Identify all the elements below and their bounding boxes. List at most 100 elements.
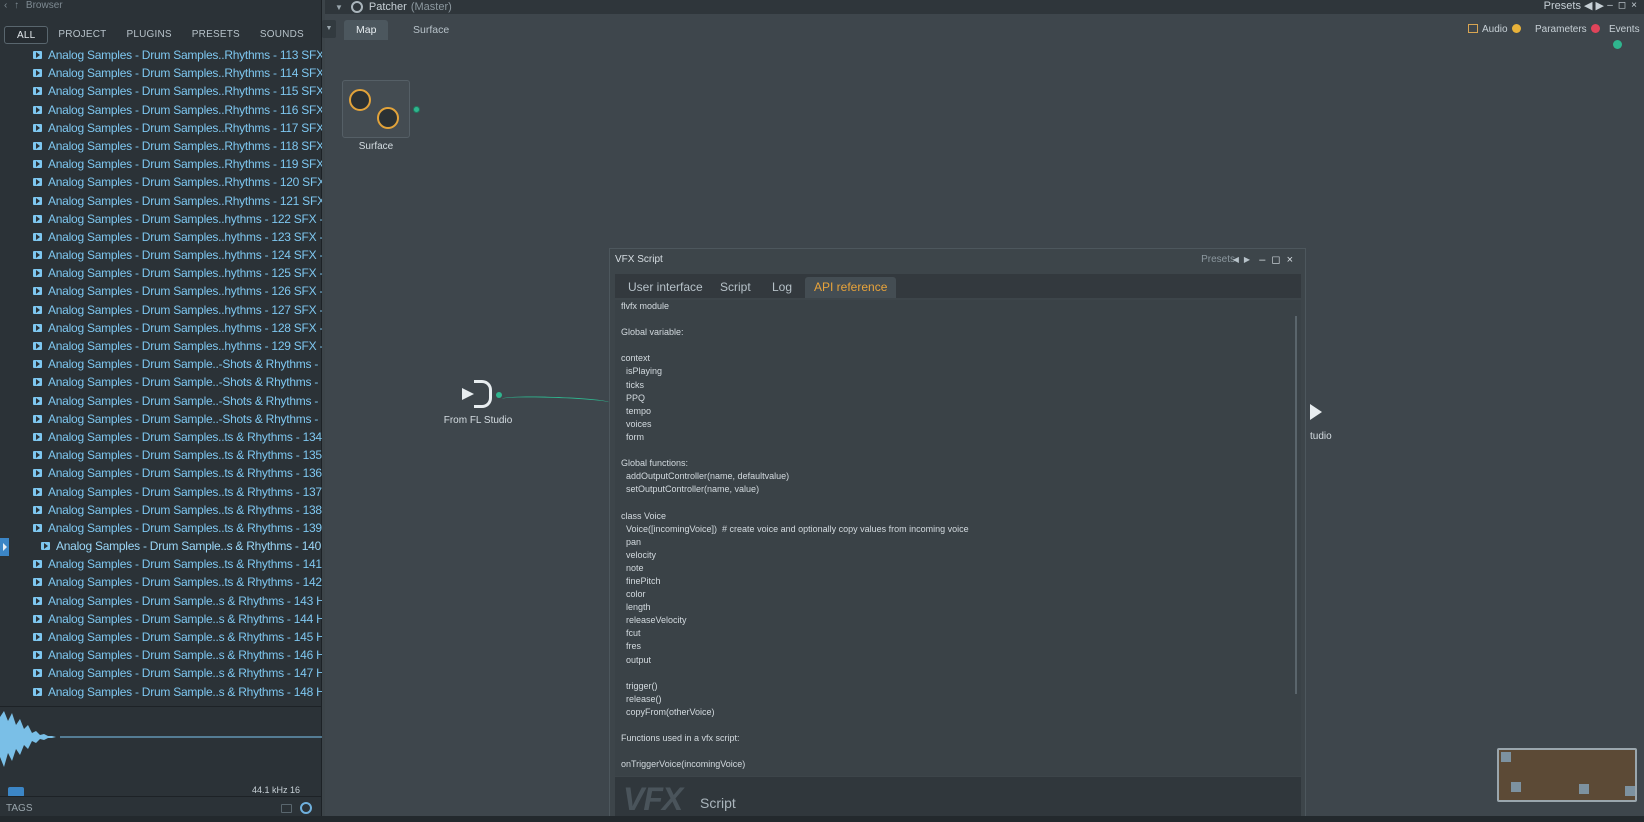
file-list-item[interactable]: Analog Samples - Drum Samples..hythms - … <box>0 264 322 282</box>
file-list-item[interactable]: Analog Samples - Drum Sample..s & Rhythm… <box>0 646 322 664</box>
file-list-item[interactable]: Analog Samples - Drum Samples..ts & Rhyt… <box>0 446 322 464</box>
file-name: Analog Samples - Drum Samples..ts & Rhyt… <box>48 448 322 463</box>
file-name: Analog Samples - Drum Samples..Rhythms -… <box>48 102 322 117</box>
tags-label[interactable]: TAGS <box>6 803 32 814</box>
maximize-icon[interactable]: ◻ <box>1618 0 1631 11</box>
from-fl-studio-node[interactable] <box>460 380 492 410</box>
file-list-item[interactable]: Analog Samples - Drum Sample..s & Rhythm… <box>0 683 322 701</box>
api-line: fres <box>621 641 642 652</box>
file-list-item[interactable]: Analog Samples - Drum Sample..-Shots & R… <box>0 410 322 428</box>
file-list-item[interactable]: Analog Samples - Drum Samples..hythms - … <box>0 301 322 319</box>
file-list-item[interactable]: Analog Samples - Drum Samples..Rhythms -… <box>0 82 322 100</box>
audio-file-icon <box>33 633 42 641</box>
presets-button[interactable]: Presets ◀ ▶ <box>1544 0 1604 13</box>
api-line <box>615 667 1301 680</box>
api-line <box>615 745 1301 758</box>
file-list-item[interactable]: Analog Samples - Drum Samples..hythms - … <box>0 282 322 300</box>
audio-file-icon <box>33 669 42 678</box>
file-list-item[interactable]: Analog Samples - Drum Samples..Rhythms -… <box>0 137 322 155</box>
browser-tab-sounds[interactable]: SOUNDS <box>250 26 314 44</box>
folder-icon[interactable] <box>281 804 292 813</box>
minimize-icon[interactable]: – <box>1259 254 1271 266</box>
file-list-item[interactable]: Analog Samples - Drum Samples..hythms - … <box>0 210 322 228</box>
file-list-item[interactable]: Analog Samples - Drum Samples..Rhythms -… <box>0 173 322 191</box>
api-reference-content[interactable]: flvfx module Global variable: context isPl… <box>615 300 1301 776</box>
browser-tab-plugins[interactable]: PLUGINS <box>116 26 181 44</box>
file-list-item[interactable]: Analog Samples - Drum Samples..hythms - … <box>0 337 322 355</box>
knob-icon[interactable] <box>377 107 399 129</box>
file-list-item[interactable]: Analog Samples - Drum Samples..ts & Rhyt… <box>0 464 322 482</box>
file-list-item[interactable]: Analog Samples - Drum Samples..Rhythms -… <box>0 155 322 173</box>
audio-toggle[interactable]: Audio <box>1468 22 1521 38</box>
file-list-item[interactable]: Analog Samples - Drum Samples..ts & Rhyt… <box>0 573 322 591</box>
vfx-tab-api-reference[interactable]: API reference <box>805 277 897 298</box>
audio-file-icon <box>33 342 42 350</box>
file-list-item[interactable]: Analog Samples - Drum Samples..hythms - … <box>0 228 322 246</box>
file-list-item[interactable]: Analog Samples - Drum Samples..Rhythms -… <box>0 119 322 137</box>
close-icon[interactable]: × <box>1287 254 1299 266</box>
next-icon[interactable]: ▶ <box>1244 255 1255 264</box>
vfx-tab-log[interactable]: Log <box>763 277 801 298</box>
to-fl-studio-label: tudio <box>1310 431 1332 442</box>
api-line: setOutputController(name, value) <box>621 484 760 495</box>
back-arrow-icon[interactable]: ‹ <box>4 0 7 11</box>
search-icon[interactable] <box>300 802 312 814</box>
file-list-item[interactable]: Analog Samples - Drum Samples..ts & Rhyt… <box>0 519 322 537</box>
tab-map[interactable]: Map <box>344 20 389 40</box>
file-list-item[interactable]: Analog Samples - Drum Samples..ts & Rhyt… <box>0 555 322 573</box>
next-preset-icon[interactable]: ▶ <box>1596 0 1604 12</box>
surface-node[interactable] <box>342 80 410 138</box>
file-list-item[interactable]: Analog Samples - Drum Samples..hythms - … <box>0 246 322 264</box>
file-list-item[interactable]: Analog Samples - Drum Sample..s & Rhythm… <box>0 537 322 555</box>
file-list-item[interactable]: Analog Samples - Drum Samples..Rhythms -… <box>0 101 322 119</box>
close-icon[interactable]: × <box>1631 0 1642 11</box>
dropdown-arrow-icon[interactable]: ▼ <box>335 3 343 12</box>
up-arrow-icon[interactable]: ↑ <box>14 0 19 11</box>
file-list-item[interactable]: Analog Samples - Drum Sample..-Shots & R… <box>0 355 322 373</box>
from-fl-output-port[interactable] <box>496 392 502 398</box>
toolbar-dropdown-icon[interactable]: ▼ <box>322 20 336 38</box>
waveform-preview[interactable]: 44.1 kHz 16 <box>0 706 322 797</box>
vfx-presets-button[interactable]: Presets <box>1201 249 1235 271</box>
vfx-tab-user-interface[interactable]: User interface <box>619 277 712 298</box>
api-line <box>615 313 1301 326</box>
file-list-item[interactable]: Analog Samples - Drum Samples..Rhythms -… <box>0 64 322 82</box>
browser-tab-all[interactable]: ALL <box>4 26 49 44</box>
file-list-item[interactable]: Analog Samples - Drum Samples..Rhythms -… <box>0 192 322 210</box>
patcher-minimap[interactable] <box>1497 748 1637 802</box>
vfx-scrollbar[interactable] <box>1295 316 1297 694</box>
maximize-icon[interactable]: ◻ <box>1271 254 1286 266</box>
browser-panel: ‹ ↑ Browser ALL PROJECT PLUGINS PRESETS SOUN… <box>0 0 372 822</box>
file-list-item[interactable]: Analog Samples - Drum Samples..ts & Rhyt… <box>0 483 322 501</box>
vfx-tab-script[interactable]: Script <box>711 277 760 298</box>
file-list-item[interactable]: Analog Samples - Drum Sample..s & Rhythm… <box>0 610 322 628</box>
vfx-title-bar[interactable]: VFX Script Presets ◀▶ –◻× <box>610 249 1305 271</box>
browser-tab-project[interactable]: PROJECT <box>48 26 116 44</box>
parameters-toggle[interactable]: Parameters <box>1535 22 1600 38</box>
file-list-item[interactable]: Analog Samples - Drum Sample..-Shots & R… <box>0 392 322 410</box>
gear-icon[interactable] <box>350 1 363 13</box>
file-list-item[interactable]: Analog Samples - Drum Samples..hythms - … <box>0 319 322 337</box>
patcher-title-bar[interactable]: ▼ Patcher (Master) <box>325 0 1644 14</box>
file-list-item[interactable]: Analog Samples - Drum Samples..Rhythms -… <box>0 46 322 64</box>
audio-file-icon <box>33 505 42 514</box>
file-list-item[interactable]: Analog Samples - Drum Sample..s & Rhythm… <box>0 592 322 610</box>
prev-icon[interactable]: ◀ <box>1233 255 1244 264</box>
tab-surface[interactable]: Surface <box>401 20 461 40</box>
api-line: PPQ <box>621 392 646 403</box>
file-list-item[interactable]: Analog Samples - Drum Sample..s & Rhythm… <box>0 628 322 646</box>
knob-icon[interactable] <box>349 89 371 111</box>
file-list-item[interactable]: Analog Samples - Drum Samples..ts & Rhyt… <box>0 501 322 519</box>
file-list-item[interactable]: Analog Samples - Drum Sample..-Shots & R… <box>0 373 322 391</box>
file-list-item[interactable]: Analog Samples - Drum Samples..ts & Rhyt… <box>0 428 322 446</box>
surface-output-port[interactable] <box>413 106 420 113</box>
minimize-icon[interactable]: – <box>1607 0 1618 11</box>
browser-tab-presets[interactable]: PRESETS <box>182 26 250 44</box>
file-name: Analog Samples - Drum Samples..hythms - … <box>48 302 322 317</box>
to-fl-studio-node-icon[interactable] <box>1310 404 1322 420</box>
file-list-item[interactable]: Analog Samples - Drum Sample..s & Rhythm… <box>0 664 322 682</box>
events-toggle[interactable]: Events <box>1609 22 1644 54</box>
file-name: Analog Samples - Drum Sample..s & Rhythm… <box>48 684 322 699</box>
audio-file-icon <box>33 123 42 132</box>
prev-preset-icon[interactable]: ◀ <box>1584 0 1596 12</box>
